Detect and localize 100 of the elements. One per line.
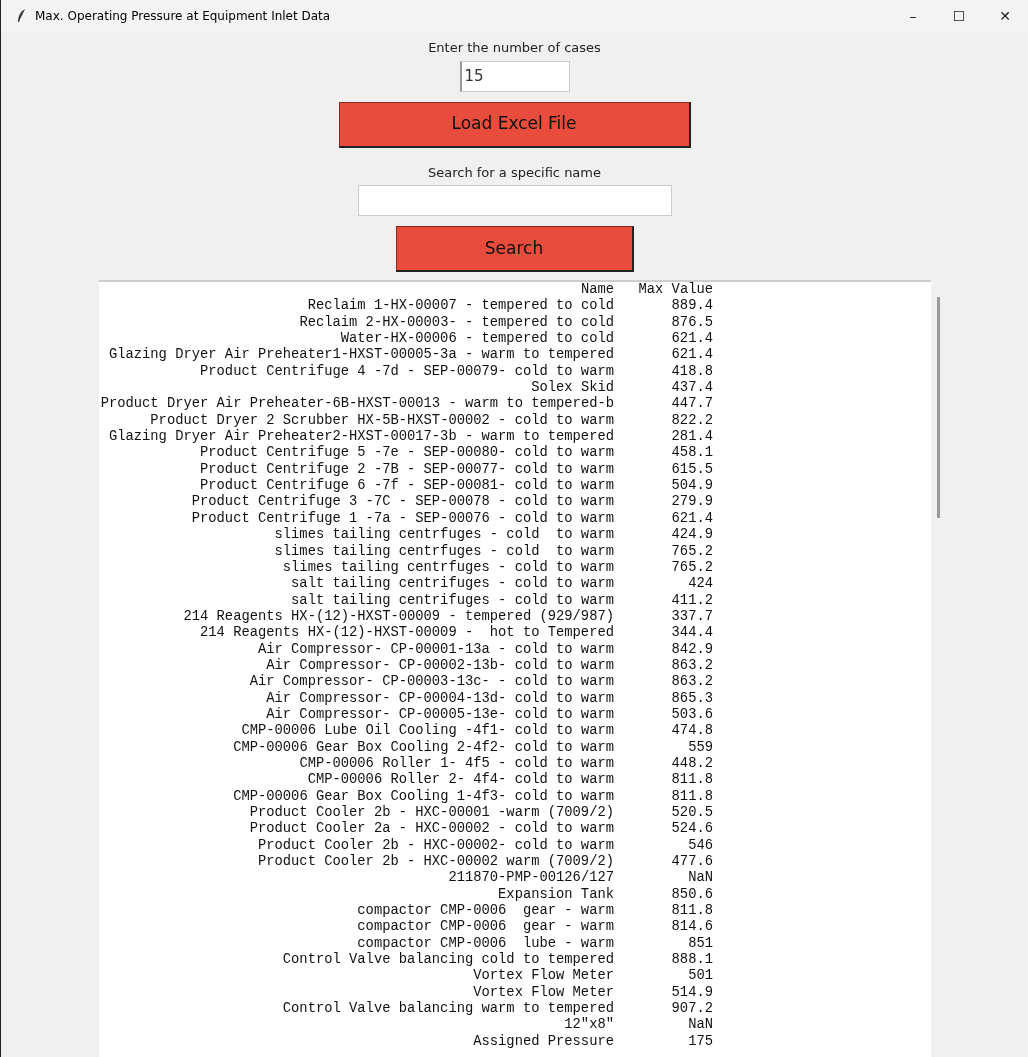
feather-icon <box>17 9 27 23</box>
value-cell-text: 615.5 <box>670 461 713 479</box>
name-cell-text: Vortex Flow Meter <box>472 968 614 985</box>
value-cell-text: NaN <box>687 1017 713 1034</box>
name-cell-text: CMP-00006 Lube Oil Cooling -4f1- cold to warm <box>240 723 614 740</box>
name-cell-text: CMP-00006 Roller 1- 4f5 - cold to warm <box>298 755 614 772</box>
value-cell-text: 477.6 <box>670 854 713 871</box>
window-title: Max. Operating Pressure at Equipment Inlet Data <box>35 8 332 25</box>
maximize-button[interactable]: ☐ <box>936 0 982 32</box>
value-cell-text: 520.5 <box>670 805 713 822</box>
name-cell-text: Water-HX-00006 - tempered to cold <box>339 331 614 347</box>
value-cell-text: 418.8 <box>670 363 713 381</box>
value-cell-text: NaN <box>687 870 713 887</box>
name-cell-text: compactor CMP-0006 lube - warm <box>356 935 614 952</box>
name-cell-text: Air Compressor- CP-00003-13c- - cold to warm <box>248 674 614 691</box>
name-cell-text: CMP-00006 Roller 2- 4f4- cold to warm <box>306 772 614 789</box>
value-cell-text: 437.4 <box>670 380 713 397</box>
search-input[interactable] <box>357 185 672 216</box>
load-excel-button[interactable]: Load Excel File <box>338 101 691 148</box>
name-cell-text: 211870-PMP-00126/127 <box>447 870 614 887</box>
name-cell: Product Dryer Air Preheater-6B-HXST-00013 - warm to tempered-b <box>99 396 614 413</box>
value-cell-text: 842.9 <box>670 641 713 658</box>
column-header: Max Value <box>637 282 713 299</box>
name-cell-text: salt tailing centrifuges - cold to warm <box>290 592 614 609</box>
name-cell-text: slimes tailing centrfuges - cold to warm <box>273 543 614 560</box>
name-cell-text: Expansion Tank <box>497 886 614 904</box>
value-cell-text: 811.8 <box>670 772 713 789</box>
scrollbar[interactable] <box>937 297 940 518</box>
name-cell-text: Product Centrifuge 6 -7f - SEP-00081- cold to warm <box>199 478 614 494</box>
value-cell-text: 281.4 <box>670 429 713 446</box>
name-cell-text: salt tailing centrifuges - cold to warm <box>290 576 614 593</box>
value-cell-text: 814.6 <box>670 919 713 936</box>
name-cell-text: Solex Skid <box>530 380 614 396</box>
value-cell-text: 865.3 <box>670 690 713 707</box>
value-cell-text: 501 <box>687 968 713 985</box>
value-cell-text: 889.4 <box>670 298 713 315</box>
value-cell-text: 850.6 <box>670 886 713 904</box>
value-cell-text: 546 <box>687 837 713 855</box>
value-cell-text: 621.4 <box>670 347 713 364</box>
name-cell-text: Glazing Dryer Air Preheater1-HXST-00005-3a - warm to tempered <box>107 347 614 364</box>
minimize-button[interactable]: – <box>890 0 936 32</box>
name-cell-text: Assigned Pressure <box>472 1033 614 1051</box>
value-cell-text: 876.5 <box>670 314 713 332</box>
name-cell-text: compactor CMP-0006 gear - warm <box>356 903 614 920</box>
name-cell-text: Vortex Flow Meter <box>472 984 614 1001</box>
name-cell-text: CMP-00006 Gear Box Cooling 2-4f2- cold to warm <box>232 739 614 756</box>
value-cell-text: 458.1 <box>670 445 713 462</box>
name-cell-text: Air Compressor- CP-00005-13e- cold to warm <box>265 706 614 723</box>
value-cell-text: 888.1 <box>670 952 713 969</box>
value-cell-text: 503.6 <box>670 706 713 724</box>
value-cell-text: 514.9 <box>670 984 713 1002</box>
value-cell-text: 811.8 <box>670 903 713 920</box>
name-cell-text: Product Centrifuge 4 -7d - SEP-00079- cold to warm <box>199 363 614 380</box>
search-label: Search for a specific name <box>428 163 601 182</box>
value-cell-text: 175 <box>687 1033 713 1051</box>
name-cell-text: slimes tailing centrfuges - cold to warm <box>273 527 614 544</box>
name-cell-text: Product Cooler 2b - HXC-00002 warm (7009/2) <box>256 854 614 870</box>
cases-label: Enter the number of cases <box>428 39 601 57</box>
name-cell-text: Product Centrifuge 5 -7e - SEP-00080- cold to warm <box>199 445 614 462</box>
value-cell-text: 822.2 <box>670 412 713 430</box>
value-cell-text: 811.8 <box>670 788 713 805</box>
name-cell-text: Product Cooler 2b - HXC-00002- cold to warm <box>256 837 614 854</box>
name-cell-text: Control Valve balancing cold to tempered <box>281 952 614 968</box>
value-cell-text: 447.7 <box>670 396 713 413</box>
close-button[interactable]: ✕ <box>982 0 1028 32</box>
cases-input[interactable]: 15 <box>459 60 570 92</box>
name-cell-text: 214 Reagents HX-(12)-HXST-00009 - tempered (929/987) <box>182 608 614 625</box>
name-cell-text: slimes tailing centrfuges - cold to warm <box>281 559 614 576</box>
name-cell-text: Product Centrifuge 2 -7B - SEP-00077- cold to warm <box>199 461 614 478</box>
name-cell-text: Product Dryer 2 Scrubber HX-5B-HXST-00002 - cold to warm <box>149 412 614 429</box>
name-cell-text: 12"x8" <box>563 1017 614 1034</box>
name-cell-text: Product Centrifuge 3 -7C - SEP-00078 - cold to warm <box>190 494 614 511</box>
name-cell-text: 214 Reagents HX-(12)-HXST-00009 - hot to Tempered <box>199 625 614 642</box>
value-cell-text: 851 <box>687 935 713 953</box>
search-button[interactable]: Search <box>395 226 634 272</box>
value-cell-text: 524.6 <box>670 821 713 838</box>
name-cell-text: CMP-00006 Gear Box Cooling 1-4f3- cold to warm <box>232 788 614 805</box>
value-cell-text: 337.7 <box>670 608 713 626</box>
name-cell-text: Product Centrifuge 1 -7a - SEP-00076 - cold to warm <box>190 510 614 527</box>
value-cell-text: 411.2 <box>670 592 713 609</box>
value-cell-text: 424 <box>687 576 713 593</box>
name-cell-text: Air Compressor- CP-00001-13a - cold to warm <box>256 641 614 658</box>
name-cell-text: Air Compressor- CP-00002-13b- cold to warm <box>265 657 614 674</box>
value-cell-text: 863.2 <box>670 674 713 691</box>
name-cell-text: Reclaim 2-HX-00003- - tempered to cold <box>298 314 614 331</box>
value-cell-text: 424.9 <box>670 527 713 544</box>
name-cell-text: compactor CMP-0006 gear - warm <box>356 919 614 936</box>
value-cell-text: 344.4 <box>670 625 713 642</box>
value-cell-text: 907.2 <box>670 1001 713 1018</box>
value-cell-text: 863.2 <box>670 657 713 675</box>
name-cell-text: Control Valve balancing warm to tempered <box>281 1001 614 1017</box>
value-cell-text: 621.4 <box>670 510 713 528</box>
column-header: Name <box>579 282 614 298</box>
value-cell-text: 279.9 <box>670 494 713 511</box>
value-cell-text: 621.4 <box>670 331 713 348</box>
name-cell-text: Air Compressor- CP-00004-13d- cold to warm <box>265 690 614 707</box>
value-cell-text: 448.2 <box>670 755 713 773</box>
value-cell-text: 559 <box>687 739 713 756</box>
name-cell-text: Glazing Dryer Air Preheater2-HXST-00017-3b - warm to tempered <box>107 429 614 445</box>
name-cell-text: Reclaim 1-HX-00007 - tempered to cold <box>306 298 614 315</box>
